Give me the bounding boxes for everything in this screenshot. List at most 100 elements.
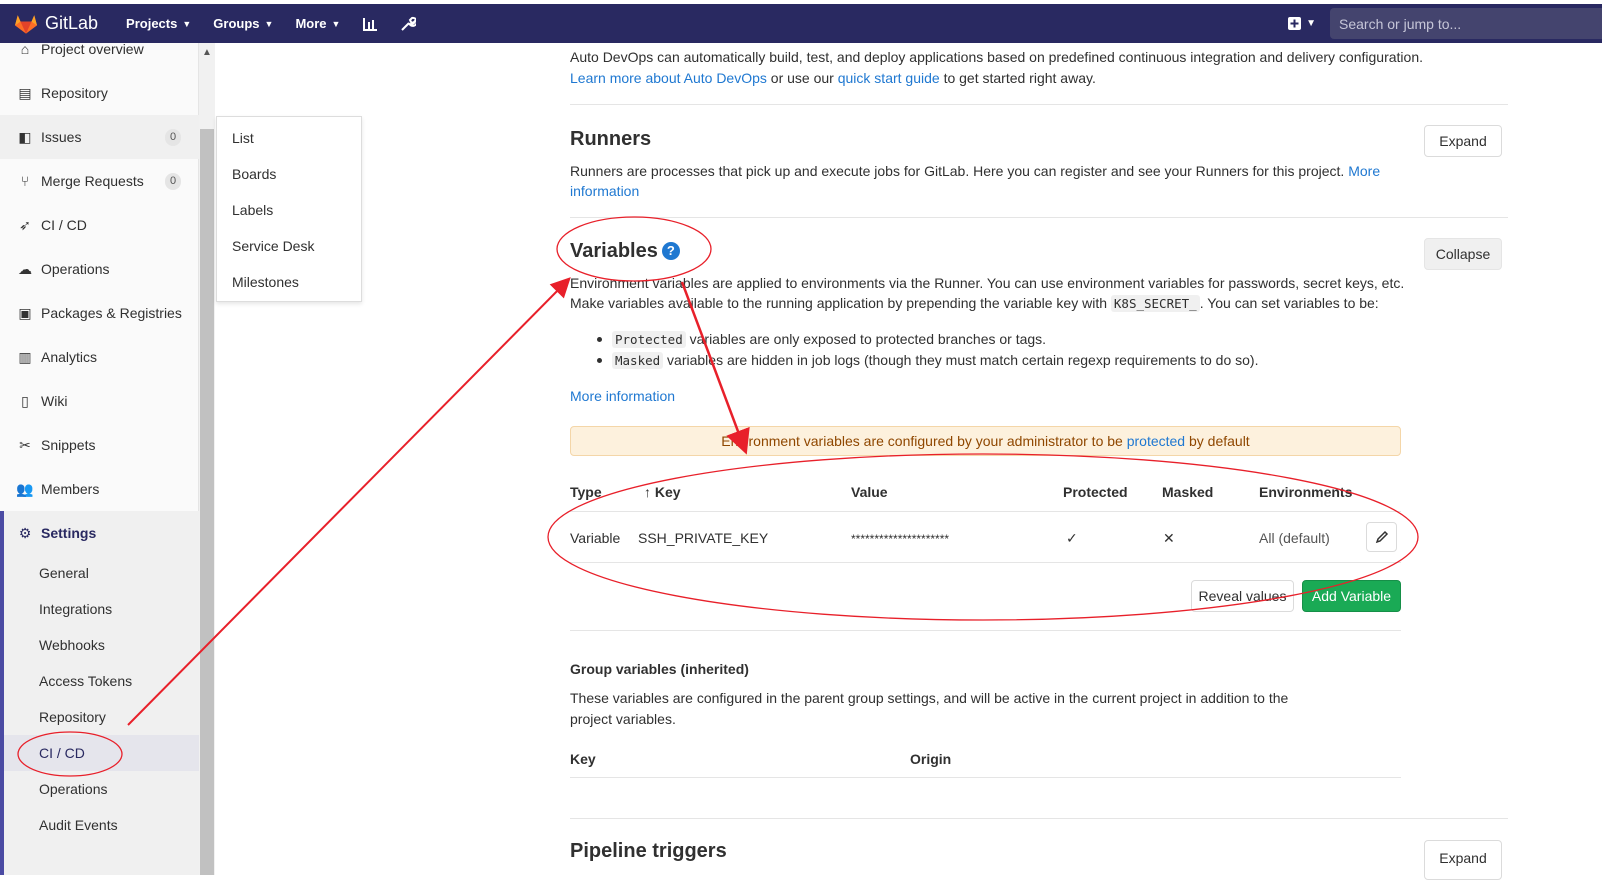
variables-desc-2b: . You can set variables to be:: [1199, 295, 1379, 311]
row-environment: All (default): [1259, 530, 1330, 546]
row-value-masked[interactable]: *********************: [851, 532, 949, 546]
active-subitem-bg: [4, 735, 199, 771]
sidebar-item-packages[interactable]: ▣ Packages & Registries: [0, 291, 199, 335]
issues-icon: ◧: [18, 128, 32, 145]
issues-flyout-menu: List Boards Labels Service Desk Mileston…: [216, 116, 362, 302]
k8s-prefix-code: K8S_SECRET_: [1110, 295, 1200, 312]
more-information-row: More information: [570, 388, 675, 404]
col-value[interactable]: Value: [851, 484, 888, 500]
group-vars-desc-2: project variables.: [570, 711, 676, 727]
runners-info-line: information: [570, 183, 639, 199]
settings-cicd[interactable]: CI / CD: [39, 735, 85, 771]
divider: [570, 818, 1508, 819]
gear-icon: ⚙: [18, 524, 32, 541]
scissors-icon: ✂: [19, 436, 31, 453]
table-row-divider: [570, 562, 1401, 563]
top-navbar: GitLab Projects ▼ Groups ▼ More ▼ ▼ Search …: [0, 4, 1602, 43]
scroll-up-icon[interactable]: ▲: [202, 47, 212, 58]
col-key-label: Key: [654, 484, 681, 500]
sidebar-scrollbar[interactable]: ▲: [199, 43, 215, 875]
alert-text-b: by default: [1185, 433, 1250, 449]
settings-access-tokens[interactable]: Access Tokens: [39, 663, 132, 699]
variables-collapse-button[interactable]: Collapse: [1424, 238, 1502, 270]
chevron-down-icon: ▼: [1306, 18, 1316, 29]
quick-start-link[interactable]: quick start guide: [838, 70, 940, 86]
nav-groups[interactable]: Groups ▼: [213, 16, 273, 31]
scrollbar-thumb[interactable]: [200, 129, 214, 875]
wrench-icon[interactable]: [400, 16, 417, 32]
flyout-item-milestones[interactable]: Milestones: [232, 274, 299, 290]
col-masked[interactable]: Masked: [1162, 484, 1213, 500]
runners-desc-text: Runners are processes that pick up and e…: [570, 163, 1345, 179]
runners-more-link[interactable]: More: [1348, 163, 1380, 179]
col-key[interactable]: ↑ Key: [644, 484, 681, 500]
row-type: Variable: [570, 530, 621, 546]
sidebar-item-label: Settings: [41, 525, 97, 541]
runners-information-link[interactable]: information: [570, 183, 639, 199]
chart-icon: ▥: [18, 348, 32, 365]
sidebar-item-label: Wiki: [41, 393, 68, 409]
sidebar-item-repository[interactable]: ▤ Repository: [0, 71, 199, 115]
divider: [570, 777, 1401, 778]
settings-general[interactable]: General: [39, 555, 89, 591]
sidebar-item-cicd[interactable]: ➶ CI / CD: [0, 203, 199, 247]
more-information-link[interactable]: More information: [570, 388, 675, 404]
sidebar-item-operations[interactable]: ☁ Operations: [0, 247, 199, 291]
new-dropdown-button[interactable]: ▼: [1288, 17, 1316, 30]
flyout-item-service-desk[interactable]: Service Desk: [232, 238, 314, 254]
divider: [570, 217, 1508, 218]
settings-webhooks[interactable]: Webhooks: [39, 627, 105, 663]
col-protected[interactable]: Protected: [1063, 484, 1128, 500]
sidebar-item-label: CI / CD: [41, 217, 87, 233]
flyout-item-labels[interactable]: Labels: [232, 202, 273, 218]
nav-more[interactable]: More ▼: [295, 16, 340, 31]
help-icon[interactable]: ?: [661, 241, 680, 260]
nav-more-label: More: [295, 16, 327, 31]
learn-autodevops-link[interactable]: Learn more about Auto DevOps: [570, 70, 767, 86]
sidebar-item-snippets[interactable]: ✂ Snippets: [0, 423, 199, 467]
col-type[interactable]: Type: [570, 484, 602, 500]
runners-expand-button[interactable]: Expand: [1424, 125, 1502, 157]
flyout-item-boards[interactable]: Boards: [232, 166, 276, 182]
doc-icon: ▤: [18, 84, 32, 101]
pipeline-expand-button[interactable]: Expand: [1424, 840, 1502, 880]
sidebar-item-settings[interactable]: ⚙ Settings: [0, 511, 199, 555]
home-icon: ⌂: [20, 41, 30, 57]
sidebar-item-wiki[interactable]: ▯ Wiki: [0, 379, 199, 423]
runners-description: Runners are processes that pick up and e…: [570, 163, 1380, 179]
protected-default-alert: Environment variables are configured by …: [570, 426, 1401, 456]
autodevops-links: Learn more about Auto DevOps or use our …: [570, 70, 1096, 86]
alert-text-a: Environment variables are configured by …: [721, 433, 1127, 449]
variables-title: Variables?: [570, 240, 680, 263]
sidebar-item-label: Snippets: [41, 437, 96, 453]
mr-count-badge: 0: [165, 172, 182, 190]
variables-title-text: Variables: [570, 240, 658, 262]
sidebar-item-members[interactable]: 👥 Members: [0, 467, 199, 511]
close-icon: ✕: [1163, 530, 1175, 546]
sort-arrow-up-icon: ↑: [644, 484, 651, 500]
col-environments[interactable]: Environments: [1259, 484, 1352, 500]
bullet-masked-text: variables are hidden in job logs (though…: [663, 352, 1259, 368]
autodevops-tail-text: to get started right away.: [939, 70, 1096, 86]
bullet-protected: Protected variables are only exposed to …: [612, 331, 1046, 348]
autodevops-mid-text: or use our: [766, 70, 838, 86]
settings-repository[interactable]: Repository: [39, 699, 106, 735]
sidebar-item-issues[interactable]: ◧ Issues 0: [0, 115, 199, 159]
add-variable-button[interactable]: Add Variable: [1302, 580, 1401, 612]
sidebar-item-merge-requests[interactable]: ⑂ Merge Requests 0: [0, 159, 199, 203]
sidebar-item-label: Analytics: [41, 349, 98, 365]
bullet-dot: [597, 337, 602, 342]
edit-variable-button[interactable]: [1366, 522, 1397, 552]
alert-protected-link[interactable]: protected: [1127, 433, 1185, 449]
sidebar-item-project-overview[interactable]: ⌂ Project overview: [0, 27, 199, 71]
settings-integrations[interactable]: Integrations: [39, 591, 112, 627]
settings-operations[interactable]: Operations: [39, 771, 107, 807]
flyout-item-list[interactable]: List: [232, 130, 254, 146]
settings-audit-events[interactable]: Audit Events: [39, 807, 118, 843]
sidebar-item-analytics[interactable]: ▥ Analytics: [0, 335, 199, 379]
search-input[interactable]: Search or jump to...: [1330, 8, 1602, 39]
package-icon: ▣: [18, 304, 32, 321]
variables-desc-2a: Make variables available to the running …: [570, 295, 1111, 311]
activity-chart-icon[interactable]: [362, 16, 378, 32]
reveal-values-button[interactable]: Reveal values: [1191, 580, 1294, 612]
